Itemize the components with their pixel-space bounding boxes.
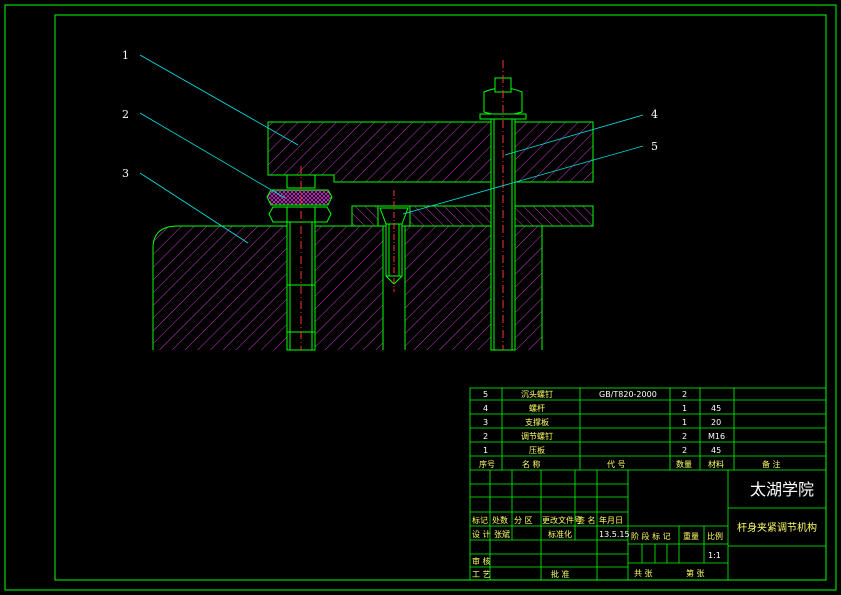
drawing-sheet: 1 2 3 4 5 5 沉头螺钉 GB/T820-2000 2 4 螺杆 1 4… (4, 4, 837, 591)
label-sheet-no: 第 张 (686, 568, 705, 578)
header-name: 名 称 (522, 459, 541, 469)
scale-value: 1:1 (708, 551, 721, 560)
label-mark: 标记 (472, 515, 488, 525)
label-weight: 重量 (683, 531, 699, 541)
pressing-plate (267, 121, 594, 183)
label-sign: 签 名 (577, 515, 596, 525)
label-scale: 比例 (707, 531, 723, 541)
part-row-3-no: 3 (483, 418, 488, 427)
part-row-5-name: 沉头螺钉 (521, 389, 553, 399)
callout-2: 2 (122, 108, 129, 121)
callout-5: 5 (651, 140, 658, 153)
header-qty: 数量 (676, 459, 692, 469)
design-date: 13.5.15 (599, 530, 630, 539)
label-review: 审 核 (472, 556, 491, 566)
label-process: 工 艺 (472, 570, 491, 579)
part-row-1-no: 1 (483, 446, 488, 455)
part-row-2-material: M16 (708, 432, 725, 441)
part-row-3-name: 支撑板 (525, 417, 549, 427)
support-plate (152, 225, 543, 350)
header-material: 材料 (708, 459, 724, 469)
part-row-4-qty: 1 (682, 404, 687, 413)
label-date: 年月日 (599, 515, 623, 525)
signature-block: 标记 处数 分 区 更改文件号 签 名 年月日 设 计 张斌 标准化 13.5.… (472, 480, 817, 579)
label-approve: 批 准 (551, 569, 570, 579)
callout-3: 3 (122, 167, 129, 180)
part-row-5-code: GB/T820-2000 (599, 390, 657, 399)
part-row-4-material: 45 (711, 404, 721, 413)
lock-nut (268, 206, 332, 223)
label-count: 处数 (492, 515, 508, 525)
label-zone: 分 区 (514, 516, 533, 525)
part-row-5-qty: 2 (682, 390, 687, 399)
part-row-2-name: 调节螺钉 (521, 431, 553, 441)
part-row-2-qty: 2 (682, 432, 687, 441)
part-row-1-qty: 2 (682, 446, 687, 455)
header-no: 序号 (479, 459, 495, 469)
part-row-3-qty: 1 (682, 418, 687, 427)
label-stage: 阶 段 标 记 (631, 531, 671, 541)
leader-1 (139, 54, 299, 146)
part-row-4-no: 4 (483, 404, 488, 413)
header-note: 备 注 (762, 459, 781, 469)
part-row-5-no: 5 (483, 390, 488, 399)
part-row-3-material: 20 (711, 418, 721, 427)
leader-2 (139, 112, 286, 199)
knurled-nut (266, 189, 333, 206)
part-row-2-no: 2 (483, 432, 488, 441)
label-docno: 更改文件号 (542, 515, 582, 525)
callout-1: 1 (122, 49, 129, 62)
part-row-1-material: 45 (711, 446, 721, 455)
part-row-1-name: 压板 (529, 445, 545, 455)
school-name: 太湖学院 (750, 480, 814, 499)
designer-name: 张斌 (494, 529, 510, 539)
label-standardize: 标准化 (548, 529, 572, 539)
callout-4: 4 (651, 108, 658, 121)
label-design: 设 计 (472, 529, 491, 539)
header-code: 代 号 (607, 459, 626, 469)
label-total-sheets: 共 张 (634, 569, 653, 578)
drawing-title: 杆身夹紧调节机构 (737, 521, 817, 534)
part-row-4-name: 螺杆 (529, 403, 545, 413)
parts-list: 5 沉头螺钉 GB/T820-2000 2 4 螺杆 1 45 3 支撑板 1 … (479, 389, 781, 469)
assembly-view (139, 54, 644, 351)
